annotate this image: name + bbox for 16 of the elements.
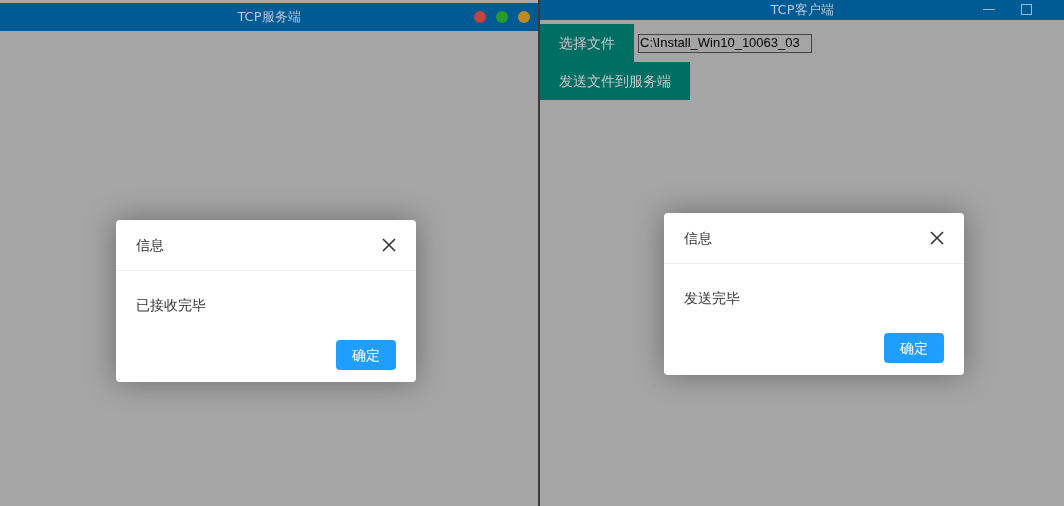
window-title: TCP服务端 [237,8,301,27]
maximize-icon[interactable] [1021,3,1032,15]
minimize-button[interactable] [518,11,530,23]
choose-file-button[interactable]: 选择文件 [540,24,634,62]
dialog-title: 信息 [136,235,164,255]
file-path-field[interactable]: C:\Install_Win10_10063_03 [638,33,812,53]
close-icon[interactable] [382,238,396,252]
maximize-button[interactable] [496,11,508,23]
close-icon[interactable] [930,231,944,245]
dialog-title: 信息 [684,228,712,248]
window-title: TCP客户端 [770,1,834,20]
dialog-message: 已接收完毕 [136,297,206,313]
send-file-button[interactable]: 发送文件到服务端 [540,62,690,100]
confirm-button[interactable]: 确定 [884,333,944,363]
confirm-button[interactable]: 确定 [336,340,396,370]
dialog-message: 发送完毕 [684,290,740,306]
